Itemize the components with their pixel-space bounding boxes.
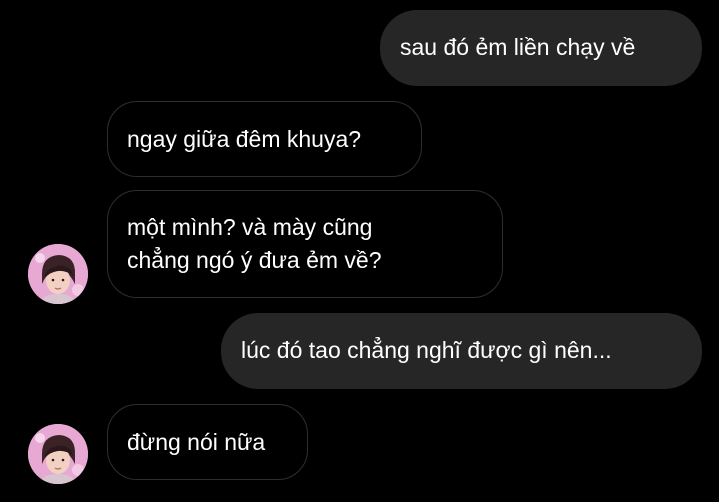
message-text: lúc đó tao chẳng nghĩ được gì nên... [241, 337, 612, 363]
contact-avatar[interactable] [28, 424, 88, 484]
message-text: đừng nói nữa [127, 429, 266, 455]
message-sent[interactable]: lúc đó tao chẳng nghĩ được gì nên... [221, 313, 702, 389]
message-sent[interactable]: sau đó ẻm liền chạy về [380, 10, 702, 86]
message-text-line: một mình? và mày cũng [127, 214, 373, 240]
message-text-line: chẳng ngó ý đưa ẻm về? [127, 247, 382, 273]
message-text: ngay giữa đêm khuya? [127, 126, 362, 152]
profile-photo-icon [28, 424, 88, 484]
message-received[interactable]: đừng nói nữa [107, 404, 308, 480]
message-received[interactable]: một mình? và mày cũng chẳng ngó ý đưa ẻm… [107, 190, 503, 298]
profile-photo-icon [28, 244, 88, 304]
message-text: sau đó ẻm liền chạy về [400, 34, 636, 60]
contact-avatar[interactable] [28, 244, 88, 304]
message-received[interactable]: ngay giữa đêm khuya? [107, 101, 422, 177]
